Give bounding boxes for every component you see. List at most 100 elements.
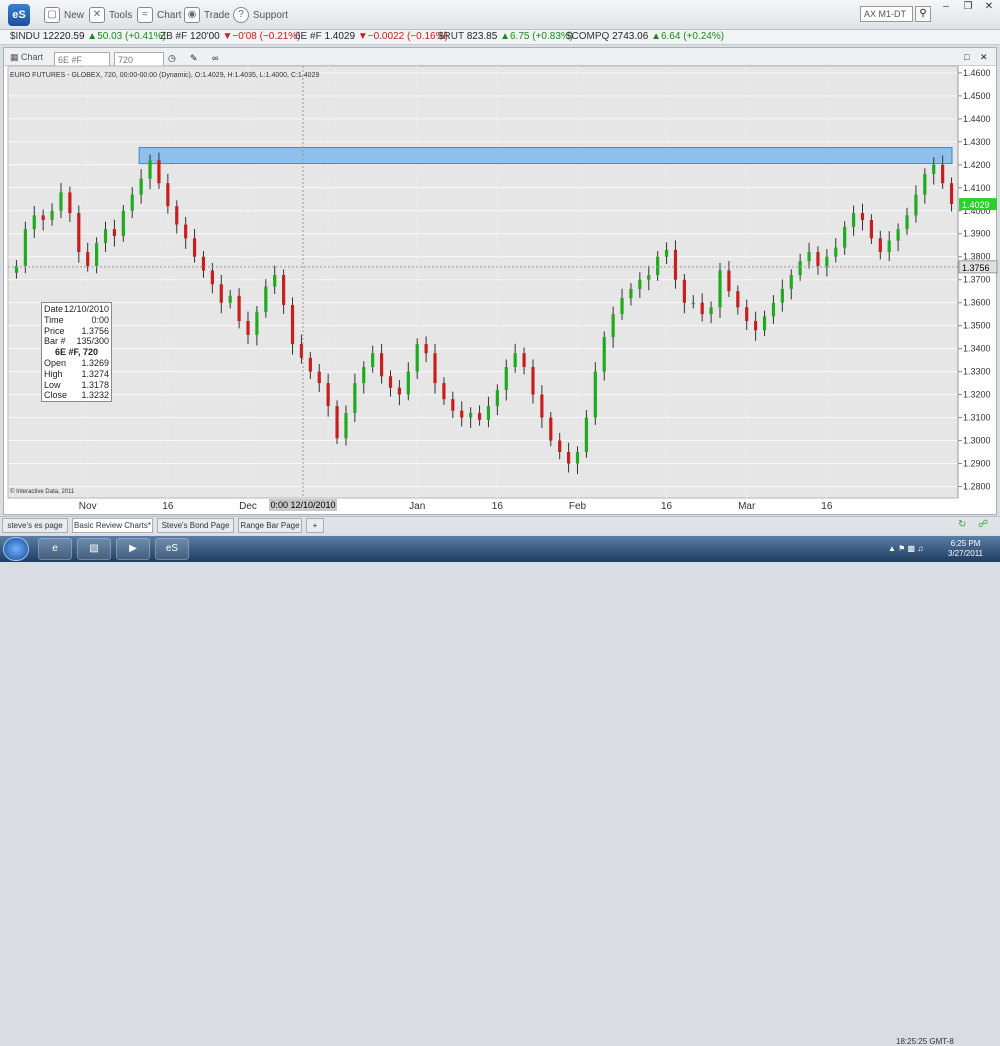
media-icon[interactable]: ▶: [116, 538, 150, 560]
candle-body: [593, 371, 597, 418]
candle-body: [362, 367, 366, 384]
candle-body: [353, 383, 357, 413]
y-tick-label: 1.2800: [963, 482, 991, 492]
candle-body: [290, 304, 295, 345]
x-tick-label: Dec: [239, 501, 257, 512]
candle-body: [273, 275, 277, 287]
candle-body: [941, 164, 945, 184]
candle-body: [495, 390, 499, 407]
candle-body: [477, 412, 482, 420]
candle-body: [59, 192, 63, 211]
x-tick-label: 16: [821, 501, 833, 512]
candle-body: [905, 215, 909, 230]
candle-body: [460, 410, 464, 418]
candle-body: [317, 371, 321, 384]
y-tick-label: 1.3700: [963, 275, 991, 285]
candle-body: [869, 219, 873, 239]
link-status-icon: ☍: [978, 519, 989, 530]
candle-body: [388, 376, 393, 388]
folder-icon[interactable]: ▧: [77, 538, 111, 560]
tab-steves-es-page[interactable]: steve's es page: [2, 518, 68, 533]
candle-body: [762, 316, 767, 331]
candle-body: [41, 215, 45, 220]
candle-body: [371, 353, 375, 368]
connection-icon: ↻: [958, 519, 967, 530]
candle-body: [486, 406, 491, 420]
candle-body: [157, 160, 161, 184]
tab-basic-review-charts[interactable]: Basic Review Charts*: [72, 518, 153, 533]
candle-body: [397, 387, 401, 395]
y-tick-label: 1.3400: [963, 344, 991, 354]
tab-steves-bond-page[interactable]: Steve's Bond Page: [157, 518, 234, 533]
candle-body: [932, 164, 936, 174]
candle-body: [825, 256, 829, 266]
candle-body: [923, 174, 927, 195]
candle-body: [379, 353, 384, 377]
candle-body: [878, 238, 882, 253]
x-tick-label: Jan: [409, 501, 425, 512]
x-tick-label: 16: [162, 501, 174, 512]
x-tick-label: 16: [661, 501, 673, 512]
candle-body: [780, 288, 784, 303]
candle-body: [237, 295, 241, 322]
candle-body: [816, 252, 820, 266]
candle-body: [629, 288, 633, 299]
candle-body: [771, 302, 776, 317]
candle-body: [522, 353, 526, 368]
app-taskbar-icon[interactable]: eS: [155, 538, 189, 560]
candle-body: [424, 344, 428, 354]
candle-body: [834, 247, 838, 257]
candle-body: [264, 286, 268, 312]
candle-body: [611, 314, 615, 338]
x-tick-label: Mar: [738, 501, 756, 512]
candle-body: [335, 406, 339, 439]
tab-range-bar-page[interactable]: Range Bar Page: [238, 518, 302, 533]
candle-body: [513, 353, 517, 368]
candle-body: [700, 302, 704, 315]
candle-body: [656, 256, 660, 276]
candle-body: [148, 160, 152, 179]
y-tick-label: 1.3000: [963, 436, 991, 446]
candle-body: [415, 344, 419, 372]
candle-body: [442, 383, 446, 400]
x-tick-label: Nov: [79, 501, 97, 512]
candle-body: [255, 311, 259, 335]
candle-body: [798, 261, 802, 276]
browser-icon[interactable]: e: [38, 538, 72, 560]
candle-body: [691, 302, 695, 305]
y-tick-label: 1.4500: [963, 91, 991, 101]
crosshair-price-label: 1.3756: [962, 263, 990, 273]
candle-body: [103, 229, 108, 243]
candle-body: [620, 298, 624, 315]
candle-body: [32, 215, 36, 230]
copyright-text: © Interactive Data, 2011: [10, 489, 75, 495]
add-tab-button[interactable]: +: [306, 518, 324, 533]
candle-body: [50, 210, 54, 220]
status-time: 18:25:25 GMT-8: [896, 1037, 954, 1046]
candle-body: [95, 242, 99, 266]
crosshair-time-label: 0:00 12/10/2010: [270, 500, 335, 510]
candle-body: [887, 240, 891, 253]
candle-body: [175, 206, 179, 225]
y-tick-label: 1.3300: [963, 367, 991, 377]
candle-body: [139, 178, 143, 195]
app-window: eS ▢ New ✕ Tools ≈ Chart ◉ Trade ? Suppo…: [0, 0, 1000, 1046]
start-icon[interactable]: [3, 537, 29, 561]
y-tick-label: 1.3200: [963, 390, 991, 400]
candle-body: [77, 213, 81, 253]
candle-body: [23, 229, 27, 266]
candle-body: [745, 307, 749, 322]
candle-body: [709, 307, 713, 315]
tray-icons: ▲ ⚑ ▩ ♫: [888, 544, 924, 553]
candle-body: [469, 412, 473, 418]
candle-body: [567, 452, 571, 464]
candle-body: [851, 213, 856, 227]
candle-body: [184, 224, 188, 239]
candle-body: [540, 394, 544, 418]
candle-body: [602, 337, 606, 372]
candle-body: [282, 275, 286, 305]
page-tabs: steve's es page Basic Review Charts* Ste…: [0, 516, 1000, 1046]
candle-body: [68, 192, 72, 214]
candle-body: [406, 371, 410, 395]
system-clock[interactable]: 6:25 PM 3/27/2011: [948, 539, 983, 559]
